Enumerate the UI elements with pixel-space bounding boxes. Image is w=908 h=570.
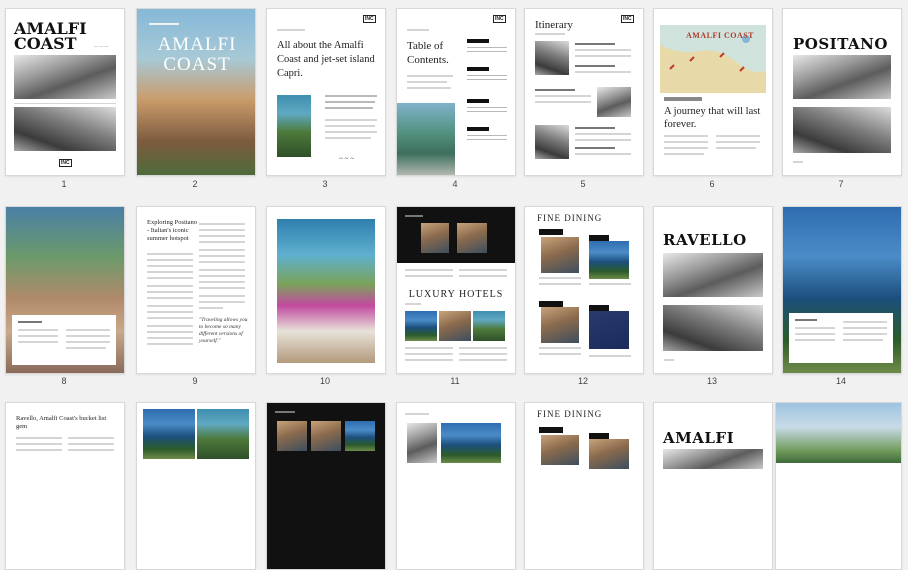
- page-thumbnail-2[interactable]: AMALFI COAST: [136, 8, 256, 176]
- logo-badge: INC: [493, 15, 506, 23]
- photo: [793, 55, 891, 99]
- photo: [345, 421, 375, 451]
- page-number: 2: [192, 179, 198, 189]
- page-number: 12: [577, 376, 588, 386]
- page-number: 7: [838, 179, 844, 189]
- photo: [589, 439, 629, 469]
- page-thumbnail-21[interactable]: [775, 402, 902, 570]
- photo: [473, 311, 505, 341]
- page-thumbnail-12[interactable]: FINE DINING: [524, 206, 644, 374]
- page-heading: FINE DINING: [537, 213, 603, 223]
- photo: [14, 55, 116, 99]
- photo: [197, 409, 249, 459]
- page-thumbnail-3[interactable]: INC All about the Amalfi Coast and jet-s…: [266, 8, 386, 176]
- logo-badge: INC: [621, 15, 634, 23]
- page-thumbnail-8[interactable]: [5, 206, 125, 374]
- map-title: AMALFI COAST: [686, 31, 755, 40]
- photo: [311, 421, 341, 451]
- photo: [143, 409, 195, 459]
- page-title: AMALFI COAST: [157, 34, 237, 75]
- page-heading: Itinerary: [535, 19, 573, 31]
- photo: [277, 95, 311, 157]
- page-number: 10: [319, 376, 330, 386]
- page-thumbnail-19[interactable]: FINE DINING: [524, 402, 644, 570]
- photo: [589, 241, 629, 279]
- page-thumbnail-15[interactable]: Ravello, Amalfi Coast's bucket list gem: [5, 402, 125, 570]
- page-number: 4: [452, 179, 458, 189]
- page-thumbnail-16[interactable]: [136, 402, 256, 570]
- photo: [407, 423, 437, 463]
- page-number: 9: [192, 376, 198, 386]
- page-thumbnail-11[interactable]: LUXURY HOTELS: [396, 206, 516, 374]
- photo: [541, 237, 579, 273]
- page-number: 6: [709, 179, 715, 189]
- page-title: AMALFI COAST: [14, 19, 87, 53]
- page-title: AMALFI: [663, 429, 735, 447]
- photo: [421, 223, 449, 253]
- photo: [597, 87, 631, 117]
- page-number: 8: [61, 376, 67, 386]
- photo: [541, 307, 579, 343]
- photo: [457, 223, 487, 253]
- page-thumbnail-5[interactable]: INC Itinerary: [524, 8, 644, 176]
- page-heading: A journey that will last forever.: [664, 106, 761, 130]
- page-number: 14: [835, 376, 846, 386]
- page-heading: Exploring Positano - Italian's iconic su…: [147, 219, 198, 242]
- page-thumbnail-6[interactable]: AMALFI COAST A journey that will last fo…: [653, 8, 773, 176]
- logo-badge: INC: [59, 159, 72, 167]
- photo: [405, 311, 437, 341]
- photo: [439, 311, 471, 341]
- photo: [397, 103, 455, 175]
- photo: [589, 311, 629, 349]
- photo: [663, 253, 763, 297]
- photo: [793, 107, 891, 153]
- page-thumbnail-14[interactable]: [782, 206, 902, 374]
- photo: [776, 403, 901, 463]
- photo: [541, 435, 579, 465]
- page-thumbnail-17[interactable]: [266, 402, 386, 570]
- page-number: 1: [61, 179, 67, 189]
- page-thumbnail-1[interactable]: AMALFI COAST — — — INC: [5, 8, 125, 176]
- page-thumbnail-7[interactable]: POSITANO: [782, 8, 902, 176]
- page-heading: FINE DINING: [537, 409, 603, 419]
- page-thumbnail-10[interactable]: [266, 206, 386, 374]
- page-thumbnail-18[interactable]: [396, 402, 516, 570]
- page-number: 11: [450, 376, 460, 386]
- signature-icon: ~ ~ ~: [339, 155, 354, 163]
- page-thumbnail-13[interactable]: RAVELLO: [653, 206, 773, 374]
- page-heading: Table of Contents.: [407, 40, 449, 66]
- photo: [277, 219, 375, 363]
- photo: [14, 107, 116, 151]
- page-number: 5: [580, 179, 586, 189]
- page-thumbnail-20[interactable]: AMALFI: [653, 402, 773, 570]
- page-thumbnail-4[interactable]: INC Table of Contents.: [396, 8, 516, 176]
- page-heading: Ravello, Amalfi Coast's bucket list gem: [16, 415, 107, 430]
- page-heading: All about the Amalfi Coast and jet-set i…: [277, 40, 375, 79]
- photo: [663, 305, 763, 351]
- page-number: 3: [322, 179, 328, 189]
- page-thumbnail-9[interactable]: Exploring Positano - Italian's iconic su…: [136, 206, 256, 374]
- page-label: — — —: [94, 43, 109, 48]
- page-title: POSITANO: [793, 35, 888, 53]
- pull-quote: "Traveling allows you to become so many …: [199, 317, 248, 344]
- small-caption: [149, 23, 179, 25]
- page-number: 13: [706, 376, 717, 386]
- photo: [535, 41, 569, 75]
- logo-badge: INC: [363, 15, 376, 23]
- photo: [441, 423, 501, 463]
- page-title: RAVELLO: [663, 231, 747, 249]
- page-heading: LUXURY HOTELS: [408, 289, 504, 300]
- photo: [663, 449, 763, 469]
- photo: [535, 125, 569, 159]
- map-image: AMALFI COAST: [660, 25, 766, 93]
- photo: [277, 421, 307, 451]
